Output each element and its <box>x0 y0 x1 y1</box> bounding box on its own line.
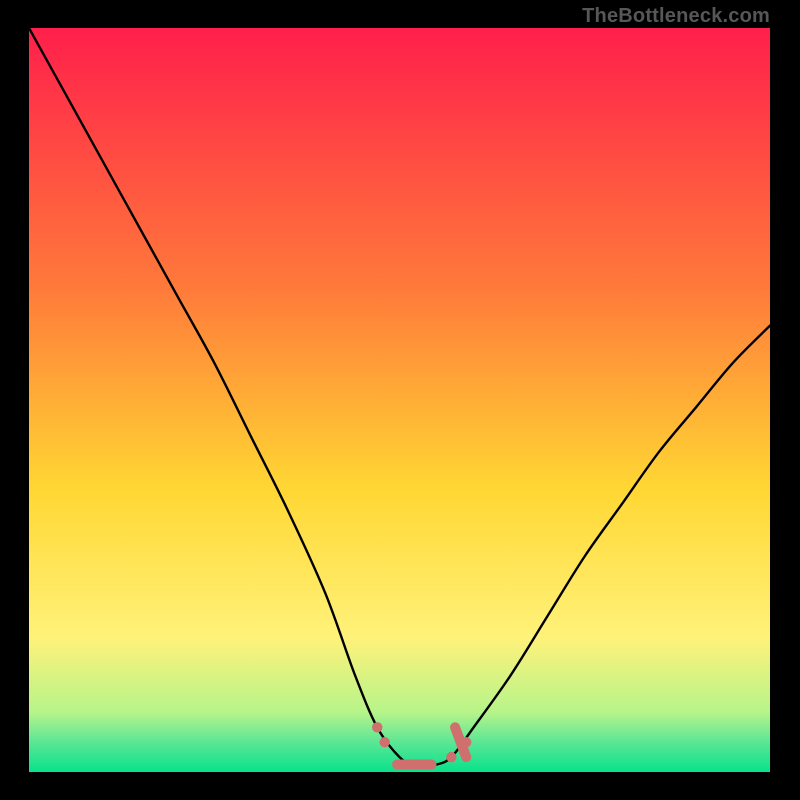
watermark-text: TheBottleneck.com <box>582 5 770 28</box>
curve-marker-bar <box>392 760 436 770</box>
curve-marker-dot <box>379 737 389 747</box>
plot-area <box>29 28 770 772</box>
bottleneck-curve <box>29 28 770 772</box>
curve-marker-dot <box>446 752 456 762</box>
curve-marker-dot <box>372 722 382 732</box>
chart-stage: TheBottleneck.com <box>0 0 800 800</box>
